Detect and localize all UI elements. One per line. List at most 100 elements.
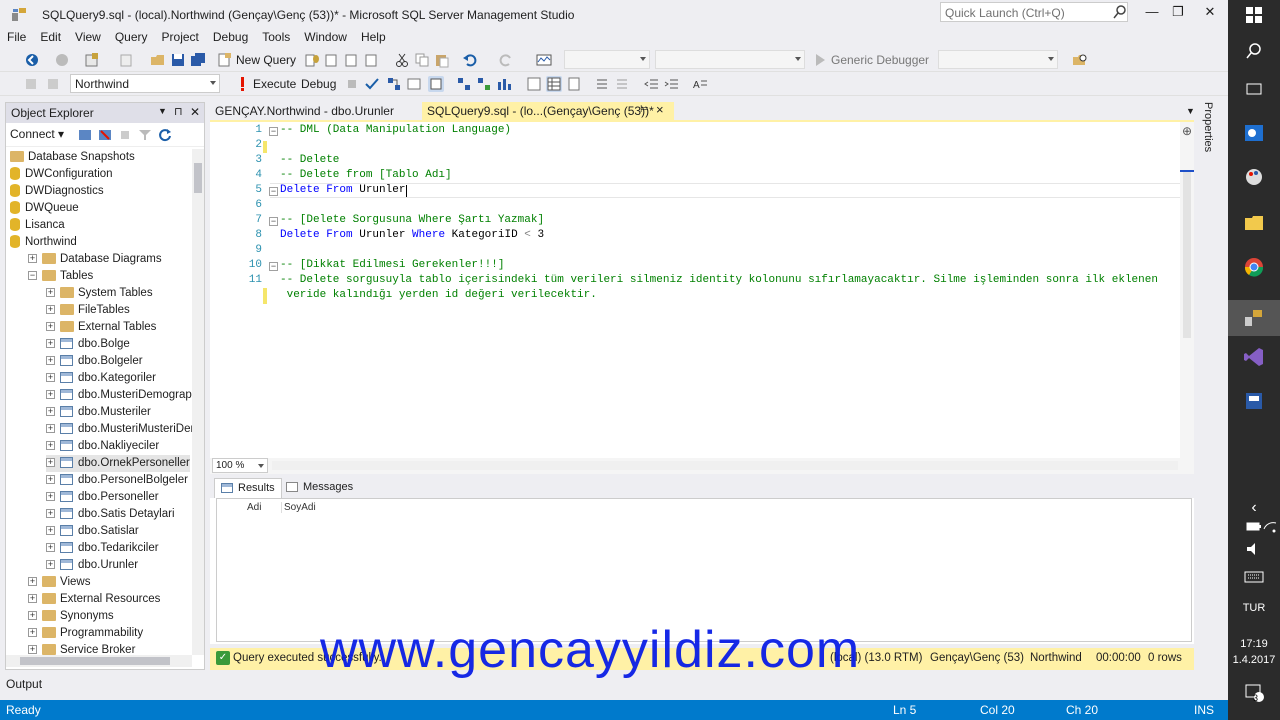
close-panel-icon[interactable]: ✕: [190, 105, 200, 119]
code-line[interactable]: -- [Dikkat Edilmesi Gerekenler!!!]: [280, 259, 504, 271]
menu-item-tools[interactable]: Tools: [255, 28, 297, 46]
collapse-icon[interactable]: −: [269, 127, 278, 136]
save-all-icon[interactable]: [190, 52, 206, 68]
tree-node[interactable]: + dbo.Personeller: [46, 489, 159, 506]
client-stats-icon[interactable]: [496, 76, 512, 92]
tab-sqlquery9[interactable]: SQLQuery9.sql - (lo...(Gençay\Genç (53))…: [422, 102, 674, 120]
expand-icon[interactable]: +: [46, 356, 55, 366]
tree-node[interactable]: DWDiagnostics: [10, 183, 104, 200]
close-button[interactable]: ✕: [1198, 4, 1222, 22]
tab-overflow-icon[interactable]: ▼: [1186, 106, 1195, 116]
tree-node[interactable]: + dbo.Bolge: [46, 336, 130, 353]
menu-item-file[interactable]: File: [0, 28, 33, 46]
tree-horizontal-scrollbar[interactable]: [6, 655, 192, 667]
open-file-icon[interactable]: [150, 52, 166, 68]
database-engine-query-icon[interactable]: [304, 52, 320, 68]
query-options-icon[interactable]: [406, 76, 422, 92]
notification-icon[interactable]: 3: [1242, 682, 1266, 706]
intellisense-icon[interactable]: [428, 76, 444, 92]
expand-icon[interactable]: +: [28, 611, 37, 621]
find-in-files-icon[interactable]: [1072, 52, 1088, 68]
menu-item-window[interactable]: Window: [297, 28, 354, 46]
database-select[interactable]: Northwind: [70, 74, 220, 93]
expand-icon[interactable]: +: [46, 373, 55, 383]
outlook-icon[interactable]: [1242, 122, 1266, 146]
decrease-indent-icon[interactable]: [644, 76, 660, 92]
estimated-plan-icon[interactable]: [386, 76, 402, 92]
expand-icon[interactable]: +: [46, 475, 55, 485]
stop-icon[interactable]: [118, 128, 132, 145]
solution-platform-combo[interactable]: [655, 50, 805, 69]
output-tab[interactable]: Output: [6, 677, 42, 691]
redo-icon[interactable]: [498, 52, 514, 68]
copy-icon[interactable]: [414, 52, 430, 68]
code-line[interactable]: Delete From Urunler: [280, 184, 405, 196]
expand-icon[interactable]: +: [46, 339, 55, 349]
expand-icon[interactable]: +: [28, 577, 37, 587]
ssms-taskbar-icon[interactable]: [1228, 300, 1280, 336]
results-to-text-icon[interactable]: [526, 76, 542, 92]
paste-icon[interactable]: [434, 52, 450, 68]
mdx-query-icon[interactable]: [344, 52, 360, 68]
tree-node[interactable]: + System Tables: [46, 285, 153, 302]
zoom-select[interactable]: 100 %: [212, 458, 268, 473]
expand-icon[interactable]: +: [46, 424, 55, 434]
search-taskbar-icon[interactable]: [1242, 42, 1266, 66]
tree-node[interactable]: + External Tables: [46, 319, 156, 336]
new-project-icon[interactable]: [84, 52, 100, 68]
tree-node[interactable]: Database Snapshots: [10, 149, 135, 166]
visual-studio-icon[interactable]: [1242, 346, 1266, 370]
installer-icon[interactable]: [1242, 390, 1266, 414]
collapse-icon[interactable]: −: [269, 217, 278, 226]
expand-icon[interactable]: +: [28, 594, 37, 604]
refresh-icon[interactable]: [158, 128, 172, 145]
wifi-icon[interactable]: [1258, 518, 1280, 542]
pin-icon[interactable]: ⊓: [174, 105, 183, 118]
code-line[interactable]: -- DML (Data Manipulation Language): [280, 124, 511, 136]
disconnect-icon[interactable]: [98, 128, 112, 145]
code-line[interactable]: -- Delete from [Tablo Adı]: [280, 169, 452, 181]
windows-start-icon[interactable]: [1242, 6, 1266, 30]
editor-vertical-scrollbar[interactable]: [1180, 122, 1194, 458]
code-line[interactable]: veride kalındığı yerden id değeri verile…: [280, 289, 597, 301]
cancel-query-icon[interactable]: [344, 76, 360, 92]
back-icon[interactable]: [24, 52, 40, 68]
properties-tab[interactable]: Properties: [1202, 102, 1214, 152]
tree-node[interactable]: Lisanca: [10, 217, 65, 234]
results-to-file-icon[interactable]: [566, 76, 582, 92]
tree-node[interactable]: + dbo.Tedarikciler: [46, 540, 159, 557]
specify-values-icon[interactable]: A: [692, 76, 708, 92]
expand-icon[interactable]: +: [46, 492, 55, 502]
volume-icon[interactable]: [1242, 540, 1266, 564]
split-icon[interactable]: ⊕: [1182, 124, 1192, 138]
code-line[interactable]: -- [Delete Sorgusuna Where Şartı Yazmak]: [280, 214, 544, 226]
dmx-query-icon[interactable]: [364, 52, 380, 68]
dropdown-icon[interactable]: ▼: [158, 106, 167, 116]
clock-date[interactable]: 1.4.2017: [1228, 654, 1280, 666]
change-connection-icon[interactable]: [46, 76, 62, 92]
parse-icon[interactable]: [364, 76, 380, 92]
connect-db-icon[interactable]: [78, 128, 92, 145]
pin-tab-icon[interactable]: ⊨: [640, 104, 649, 115]
expand-icon[interactable]: +: [46, 441, 55, 451]
expand-icon[interactable]: +: [28, 628, 37, 638]
menu-item-project[interactable]: Project: [155, 28, 206, 46]
execute-icon[interactable]: [234, 76, 250, 92]
minimize-button[interactable]: —: [1140, 4, 1164, 22]
debug-button[interactable]: Debug: [301, 77, 336, 91]
clock-time[interactable]: 17:19: [1228, 638, 1280, 650]
tab-table-designer[interactable]: GENÇAY.Northwind - dbo.Urunler: [210, 102, 422, 120]
new-query-button[interactable]: New Query: [236, 53, 296, 67]
code-line[interactable]: -- Delete sorgusuyla tablo içerisindeki …: [280, 274, 1158, 286]
maximize-button[interactable]: ❐: [1166, 4, 1190, 22]
undo-icon[interactable]: [462, 52, 478, 68]
tree-node[interactable]: + Synonyms: [28, 608, 114, 625]
connect-icon[interactable]: [24, 76, 40, 92]
tab-results[interactable]: Results: [214, 478, 282, 498]
include-plan-icon[interactable]: [456, 76, 472, 92]
live-stats-icon[interactable]: [476, 76, 492, 92]
solution-config-combo[interactable]: [564, 50, 650, 69]
chrome-icon[interactable]: [1242, 256, 1266, 280]
close-tab-icon[interactable]: ×: [656, 102, 664, 117]
menu-item-help[interactable]: Help: [354, 28, 393, 46]
